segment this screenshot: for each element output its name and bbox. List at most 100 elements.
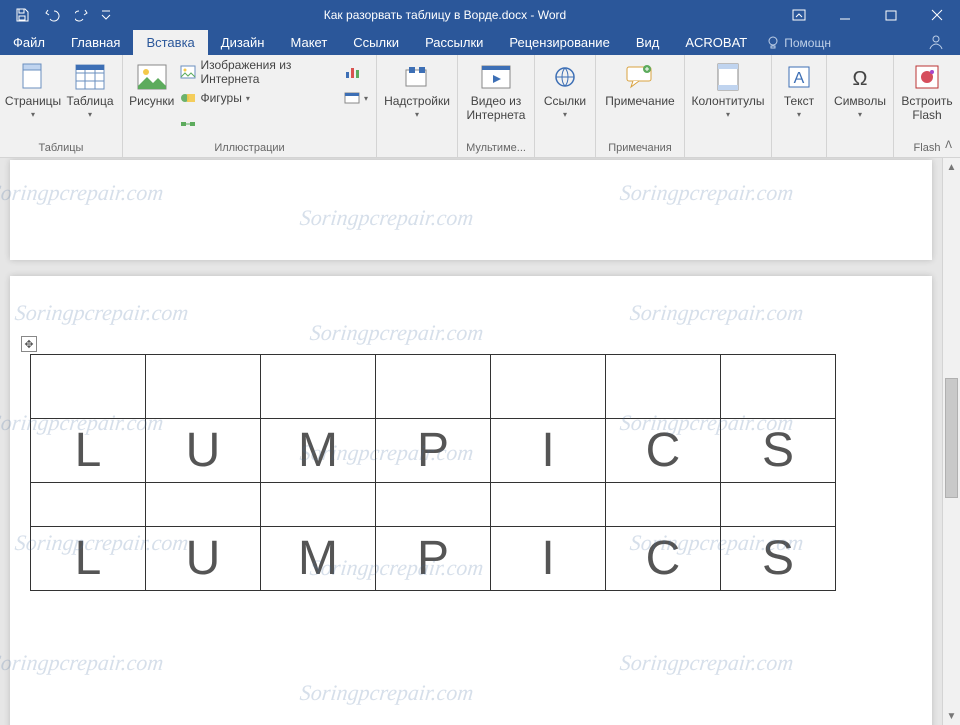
quick-access-toolbar: [0, 1, 114, 29]
smartart-icon: [180, 116, 196, 132]
tell-me-label: Помощн: [784, 36, 831, 50]
pictures-button[interactable]: Рисунки: [127, 59, 176, 111]
chart-icon: [344, 64, 360, 80]
group-symbols-label: [827, 154, 893, 157]
collapse-ribbon-icon[interactable]: ᐱ: [945, 140, 952, 151]
customize-qat-icon[interactable]: [98, 1, 114, 29]
group-comments: Примечание Примечания: [596, 55, 685, 157]
chevron-down-icon: ▾: [797, 110, 801, 119]
online-video-button[interactable]: Видео из Интернета: [462, 59, 530, 125]
save-icon[interactable]: [8, 1, 36, 29]
account-icon[interactable]: [928, 34, 944, 53]
header-footer-label: Колонтитулы: [691, 95, 764, 109]
redo-icon[interactable]: [68, 1, 96, 29]
screenshot-icon: [344, 90, 360, 106]
addins-icon: [401, 61, 433, 93]
online-video-label: Видео из Интернета: [464, 95, 528, 123]
screenshot-button[interactable]: ▾: [344, 87, 368, 109]
video-icon: [480, 61, 512, 93]
comment-button[interactable]: Примечание: [600, 59, 680, 111]
ribbon-tabs: Файл Главная Вставка Дизайн Макет Ссылки…: [0, 30, 960, 55]
tell-me-search[interactable]: Помощн: [766, 30, 831, 55]
undo-icon[interactable]: [38, 1, 66, 29]
tab-design[interactable]: Дизайн: [208, 30, 278, 55]
pictures-label: Рисунки: [129, 95, 174, 109]
tab-acrobat[interactable]: ACROBAT: [672, 30, 760, 55]
table-row: LUMPICS: [31, 419, 836, 483]
table-label: Таблица: [66, 95, 113, 109]
table-button[interactable]: Таблица ▾: [62, 59, 118, 121]
lightbulb-icon: [766, 36, 780, 50]
scroll-up-icon[interactable]: ▲: [943, 158, 960, 176]
group-tables-label: Таблицы: [0, 142, 122, 157]
comment-label: Примечание: [605, 95, 674, 109]
chevron-down-icon: ▾: [726, 110, 730, 119]
group-links: Ссылки ▾: [535, 55, 596, 157]
flash-button[interactable]: Встроить Flash: [898, 59, 956, 125]
group-text: A Текст ▾: [772, 55, 827, 157]
text-button[interactable]: A Текст ▾: [776, 59, 822, 121]
chevron-down-icon: ▾: [246, 94, 250, 103]
text-icon: A: [783, 61, 815, 93]
links-label: Ссылки: [544, 95, 586, 109]
table-row: [31, 355, 836, 419]
maximize-icon[interactable]: [868, 0, 914, 30]
pages-icon: [17, 61, 49, 93]
close-icon[interactable]: [914, 0, 960, 30]
document-area[interactable]: ✥ LUMPICS LUMPICS: [0, 158, 942, 725]
tab-insert[interactable]: Вставка: [133, 30, 207, 55]
title-bar: Как разорвать таблицу в Ворде.docx - Wor…: [0, 0, 960, 30]
links-button[interactable]: Ссылки ▾: [539, 59, 591, 121]
pictures-icon: [136, 61, 168, 93]
online-pictures-icon: [180, 64, 196, 80]
scroll-down-icon[interactable]: ▼: [943, 707, 960, 725]
window-title: Как разорвать таблицу в Ворде.docx - Wor…: [114, 8, 776, 22]
tab-mailings[interactable]: Рассылки: [412, 30, 496, 55]
chart-button[interactable]: [344, 61, 368, 83]
document-table[interactable]: LUMPICS LUMPICS: [30, 354, 836, 591]
tab-review[interactable]: Рецензирование: [496, 30, 622, 55]
ribbon: Страницы ▾ Таблица ▾ Таблицы Рисунки Изо…: [0, 55, 960, 158]
tab-file[interactable]: Файл: [0, 30, 58, 55]
omega-icon: Ω: [844, 61, 876, 93]
table-icon: [74, 61, 106, 93]
workspace: ✥ LUMPICS LUMPICS ▲ ▼: [0, 158, 960, 725]
flash-label: Встроить Flash: [900, 95, 954, 123]
ribbon-display-options-icon[interactable]: [776, 0, 822, 30]
shapes-label: Фигуры: [200, 91, 241, 105]
tab-view[interactable]: Вид: [623, 30, 673, 55]
vertical-scrollbar[interactable]: ▲ ▼: [942, 158, 960, 725]
group-header-footer: Колонтитулы ▾: [685, 55, 772, 157]
group-text-label: [772, 154, 826, 157]
flash-icon: [911, 61, 943, 93]
pages-button[interactable]: Страницы ▾: [4, 59, 62, 121]
smartart-button[interactable]: [180, 113, 338, 135]
header-footer-button[interactable]: Колонтитулы ▾: [689, 59, 767, 121]
table-row: LUMPICS: [31, 527, 836, 591]
online-pictures-button[interactable]: Изображения из Интернета: [180, 61, 338, 83]
tab-home[interactable]: Главная: [58, 30, 133, 55]
symbols-button[interactable]: Ω Символы ▾: [831, 59, 889, 121]
window-controls: [776, 0, 960, 30]
chevron-down-icon: ▾: [563, 110, 567, 119]
minimize-icon[interactable]: [822, 0, 868, 30]
scroll-thumb[interactable]: [945, 378, 958, 498]
tab-references[interactable]: Ссылки: [340, 30, 412, 55]
page: ✥ LUMPICS LUMPICS: [10, 276, 932, 725]
online-pictures-label: Изображения из Интернета: [200, 58, 338, 86]
shapes-button[interactable]: Фигуры ▾: [180, 87, 338, 109]
group-addins-label: [377, 154, 457, 157]
group-media-label: Мультиме...: [458, 142, 534, 157]
symbols-label: Символы: [834, 95, 886, 109]
group-header-footer-label: [685, 154, 771, 157]
svg-text:Ω: Ω: [853, 68, 868, 89]
table-move-handle-icon[interactable]: ✥: [21, 336, 37, 352]
group-media: Видео из Интернета Мультиме...: [458, 55, 535, 157]
chevron-down-icon: ▾: [88, 110, 92, 119]
text-label: Текст: [784, 95, 814, 109]
page-previous-bottom: [10, 160, 932, 260]
group-comments-label: Примечания: [596, 142, 684, 157]
addins-button[interactable]: Надстройки ▾: [381, 59, 453, 121]
tab-layout[interactable]: Макет: [277, 30, 340, 55]
group-addins: Надстройки ▾: [377, 55, 458, 157]
